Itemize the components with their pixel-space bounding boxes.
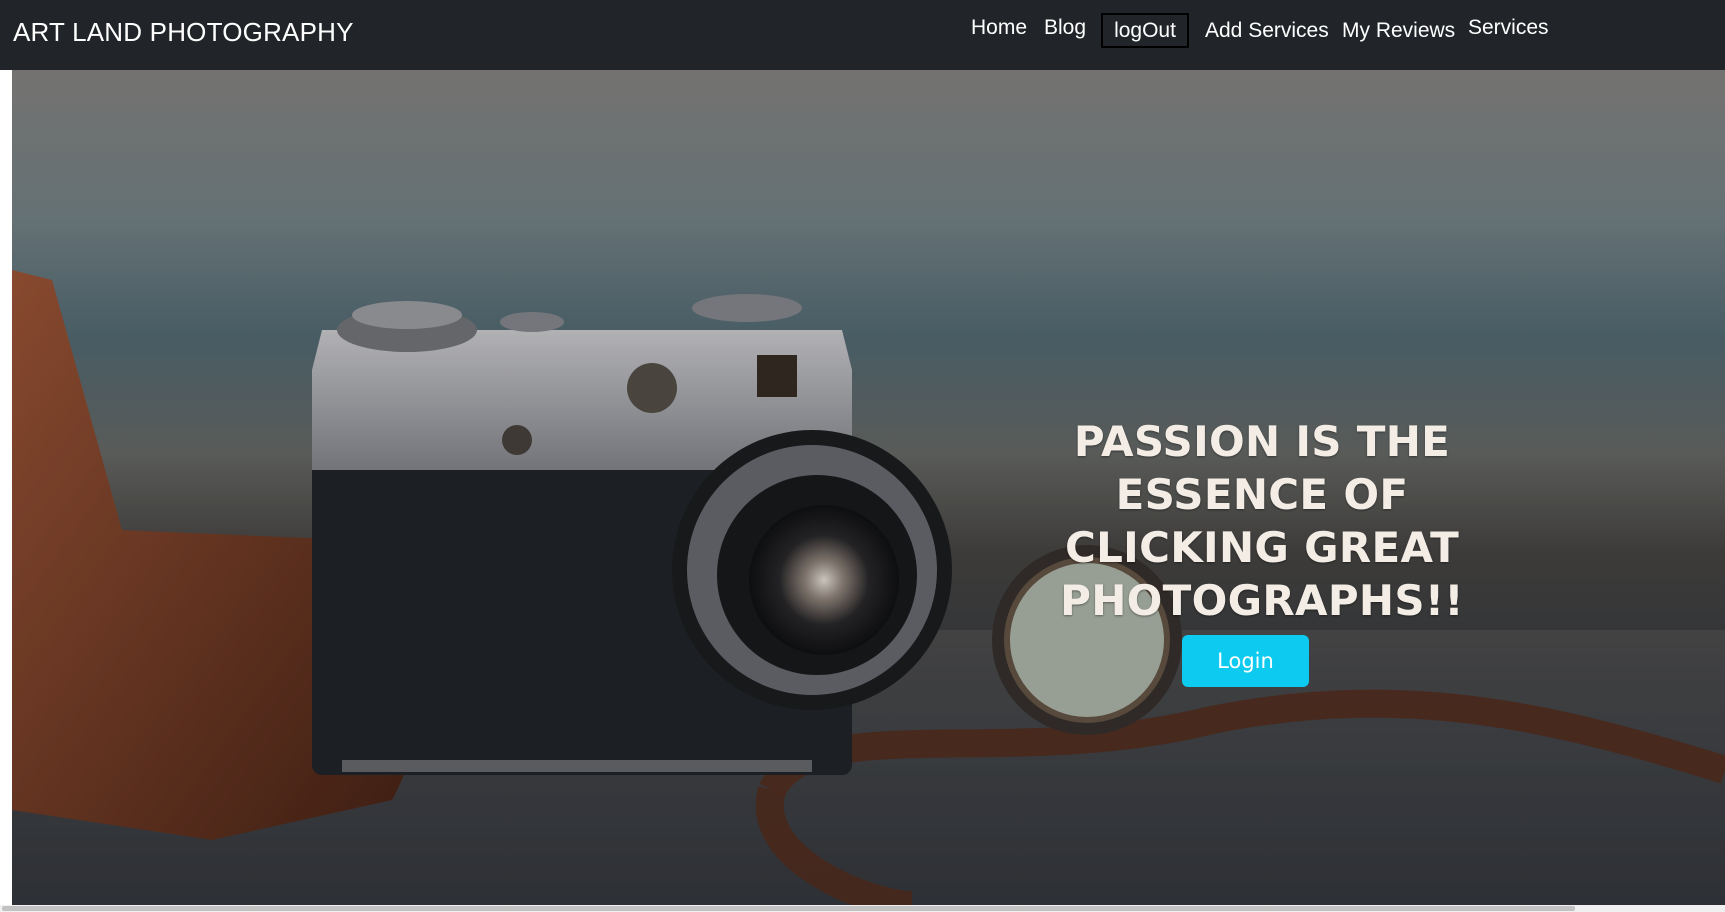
nav-link-home[interactable]: Home xyxy=(971,16,1027,40)
login-button[interactable]: Login xyxy=(1182,635,1309,687)
horizontal-scrollbar[interactable] xyxy=(0,905,1725,912)
scrollbar-thumb[interactable] xyxy=(2,906,1575,911)
page-left-margin xyxy=(0,70,12,906)
nav-links: Home Blog logOut Add Services My Reviews… xyxy=(0,0,1725,70)
hero-banner: PASSION IS THE ESSENCE OF CLICKING GREAT… xyxy=(12,70,1725,905)
nav-link-add-services[interactable]: Add Services xyxy=(1205,19,1329,43)
top-navbar: ART LAND PHOTOGRAPHY Home Blog logOut Ad… xyxy=(0,0,1725,70)
nav-link-services[interactable]: Services xyxy=(1468,16,1549,40)
hero-heading: PASSION IS THE ESSENCE OF CLICKING GREAT… xyxy=(1060,417,1464,625)
nav-link-my-reviews[interactable]: My Reviews xyxy=(1342,19,1455,43)
nav-link-blog[interactable]: Blog xyxy=(1044,16,1086,40)
logout-button[interactable]: logOut xyxy=(1101,13,1189,48)
